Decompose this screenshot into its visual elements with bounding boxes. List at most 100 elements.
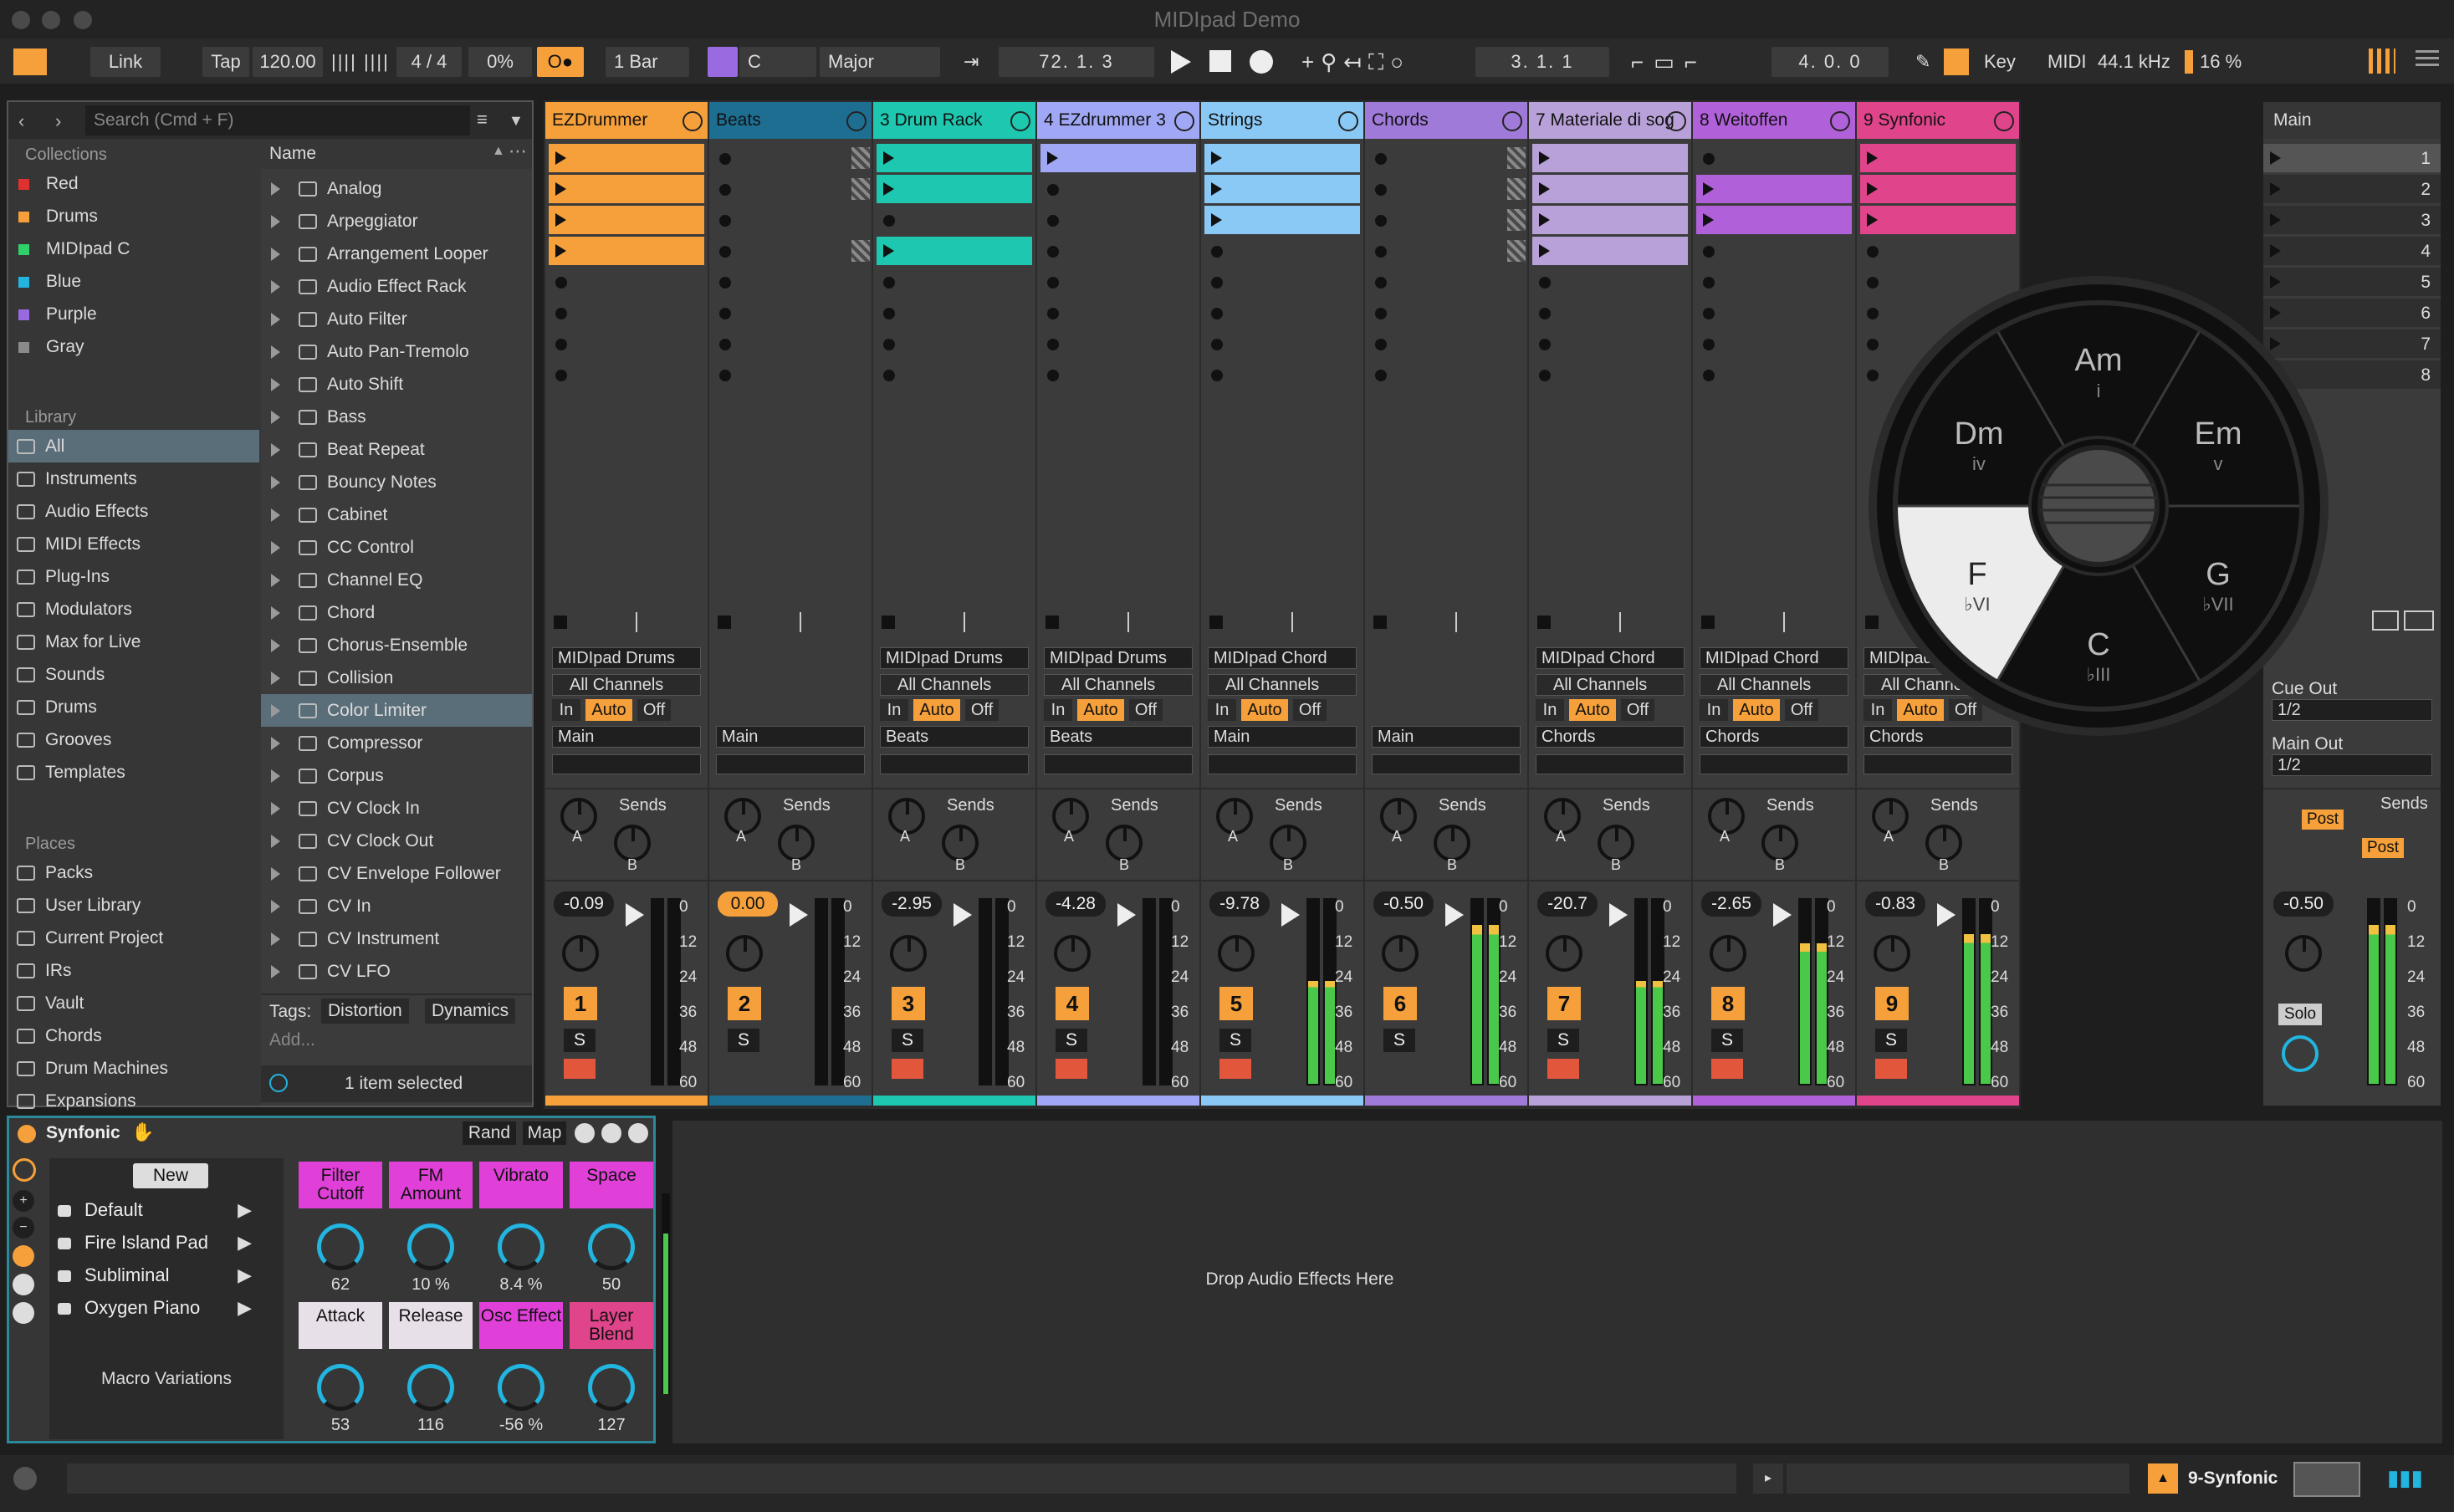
track-activator-button[interactable]: 2 [728,987,761,1020]
monitor-off-button[interactable]: Off [1293,699,1327,721]
empty-clip-slot[interactable] [1042,237,1194,265]
monitor-off-button[interactable]: Off [1129,699,1163,721]
volume-fader-handle[interactable] [1937,903,1956,927]
midi-channel-dropdown[interactable]: All Channels [1536,674,1685,696]
draw-mode-icon[interactable]: ✎ [1915,47,1937,77]
track-volume-field[interactable]: -0.83 [1865,891,1925,917]
monitor-off-button[interactable]: Off [637,699,671,721]
place-irs[interactable]: IRs [8,954,259,987]
empty-clip-slot[interactable] [714,268,867,296]
track-activator-button[interactable]: 3 [892,987,925,1020]
clip-stop-icon[interactable] [1375,215,1387,227]
macro-label-attack[interactable]: Attack [299,1302,382,1349]
clip-stop-icon[interactable] [1375,246,1387,258]
midi-io-icon[interactable]: ▮▮▮ [2387,1465,2423,1491]
metronome-icon[interactable]: O● [537,47,584,77]
clip-slot[interactable] [549,144,704,172]
track-volume-field[interactable]: -0.09 [554,891,614,917]
main-track-header[interactable]: Main [2263,102,2441,139]
key-scale-dropdown[interactable]: Major [820,47,940,77]
key-map-label[interactable]: Key [1984,47,2021,77]
output-channel-dropdown[interactable] [1536,754,1685,774]
empty-clip-slot[interactable] [1042,299,1194,327]
clip-stop-icon[interactable] [719,215,731,227]
volume-fader-handle[interactable] [790,903,808,927]
clip-play-icon[interactable] [1539,151,1550,165]
close-window-button[interactable] [12,11,30,29]
more-icon[interactable] [628,1123,648,1143]
library-item-templates[interactable]: Templates [8,756,259,789]
collection-blue[interactable]: Blue [8,265,259,298]
empty-clip-slot[interactable] [714,329,867,358]
expand-arrow-icon[interactable] [271,965,280,979]
preset-subliminal[interactable]: Subliminal ▶ [49,1260,275,1290]
device-power-icon[interactable] [18,1125,36,1143]
clip-stop-icon[interactable] [719,308,731,319]
track-stop-button[interactable] [1046,616,1059,629]
chord-label-am[interactable]: Am [2057,343,2140,379]
expand-arrow-icon[interactable] [271,639,280,653]
scene-3[interactable]: 3 [2263,206,2441,234]
play-button[interactable] [1171,50,1191,74]
place-current-project[interactable]: Current Project [8,922,259,954]
monitor-auto-button[interactable]: Auto [1077,699,1124,721]
clip-stop-icon[interactable] [1375,339,1387,350]
place-user-library[interactable]: User Library [8,889,259,922]
track-activator-button[interactable]: 9 [1875,987,1909,1020]
clip-slot[interactable] [1696,175,1852,203]
audio-to-dropdown[interactable]: Beats [880,726,1029,748]
expand-arrow-icon[interactable] [271,574,280,588]
solo-button[interactable]: S [1383,1029,1415,1052]
map-button[interactable]: Map [523,1121,566,1145]
output-channel-dropdown[interactable] [552,754,701,774]
clip-play-icon[interactable] [1211,151,1222,165]
clip-stop-icon[interactable] [719,153,731,165]
more-options-icon[interactable]: ⋯ [509,140,527,162]
warning-icon[interactable]: ▲ [2148,1463,2178,1494]
cue-volume-knob[interactable] [2282,1035,2319,1072]
macro-label-fm-amount[interactable]: FM Amount [389,1162,473,1208]
expand-arrow-icon[interactable] [271,345,280,360]
clip-stop-icon[interactable] [1703,339,1715,350]
audio-to-dropdown[interactable]: Main [552,726,701,748]
browser-item-arrangement-looper[interactable]: Arrangement Looper [261,238,532,270]
chord-label-g[interactable]: G [2176,557,2260,593]
empty-clip-slot[interactable] [878,360,1030,389]
empty-clip-slot[interactable] [1862,237,2014,265]
clip-stop-icon[interactable] [719,277,731,289]
expand-arrow-icon[interactable] [271,672,280,686]
clip-stop-icon[interactable] [1211,246,1223,258]
clip-stop-icon[interactable] [1375,153,1387,165]
macro-knob-attack[interactable] [317,1364,364,1411]
monitor-in-button[interactable]: In [880,699,908,721]
empty-clip-slot[interactable] [1698,329,1850,358]
rack-fold-icon[interactable] [13,1158,36,1182]
main-solo-button[interactable]: Solo [2278,1004,2322,1025]
audio-to-dropdown[interactable]: Main [1208,726,1357,748]
monitor-off-button[interactable]: Off [1785,699,1818,721]
solo-button[interactable]: S [1547,1029,1579,1052]
clip-slot[interactable] [1204,175,1360,203]
scale-mode-icon[interactable] [708,47,738,77]
empty-clip-slot[interactable] [1698,144,1850,172]
empty-clip-slot[interactable] [1698,360,1850,389]
empty-clip-slot[interactable] [550,360,703,389]
arm-record-button[interactable] [1056,1059,1087,1079]
clip-stop-icon[interactable] [555,339,567,350]
pan-knob[interactable] [1054,935,1091,972]
scene-launch-icon[interactable] [2270,182,2281,196]
track-fold-icon[interactable] [1502,111,1522,131]
expand-arrow-icon[interactable] [271,378,280,392]
library-item-all[interactable]: All [8,430,259,462]
macro-label-release[interactable]: Release [389,1302,473,1349]
expand-arrow-icon[interactable] [271,704,280,718]
track-volume-field[interactable]: 0.00 [718,891,778,917]
output-channel-dropdown[interactable] [1208,754,1357,774]
empty-clip-slot[interactable] [878,329,1030,358]
tag-distortion[interactable]: Distortion [321,999,409,1024]
clip-play-icon[interactable] [883,182,894,196]
preset-oxygen-piano[interactable]: Oxygen Piano ▶ [49,1293,275,1323]
volume-fader-handle[interactable] [1445,903,1464,927]
clip-stop-icon[interactable] [883,370,895,381]
library-item-audio-effects[interactable]: Audio Effects [8,495,259,528]
